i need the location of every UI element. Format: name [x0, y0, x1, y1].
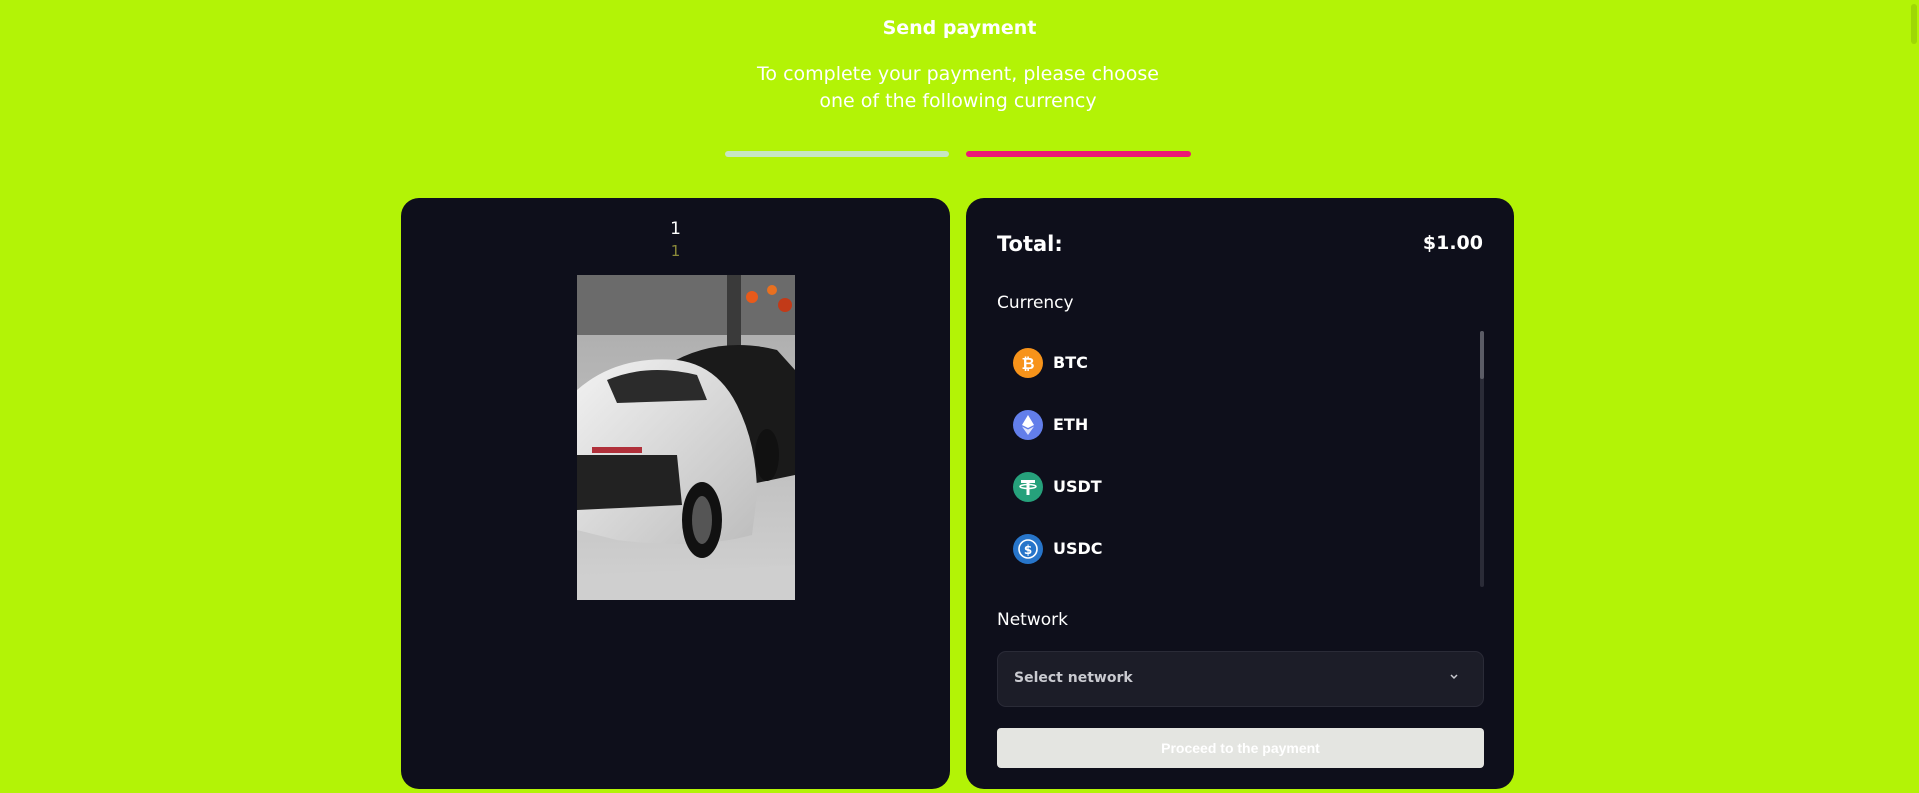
currency-option-label: BTC: [1053, 353, 1088, 372]
currency-option-eth[interactable]: ETH: [997, 401, 1467, 449]
product-counter: 1: [670, 219, 681, 239]
currency-option-btc[interactable]: ₿ BTC: [997, 339, 1467, 387]
checkout-panel: Total: $1.00 Currency ₿ BTC ETH USDT $ U…: [966, 198, 1514, 789]
network-select[interactable]: Select network: [997, 651, 1484, 707]
page-scrollbar[interactable]: [1905, 0, 1919, 793]
currency-list-scrollbar-thumb[interactable]: [1480, 331, 1484, 379]
page-subtitle: To complete your payment, please choose …: [757, 63, 1159, 112]
product-quantity: 1: [670, 242, 681, 260]
currency-option-usdt[interactable]: USDT: [997, 463, 1467, 511]
usdc-icon: $: [1013, 534, 1043, 564]
product-image: [577, 275, 795, 600]
currency-list[interactable]: ₿ BTC ETH USDT $ USDC: [997, 328, 1484, 587]
network-label: Network: [997, 610, 1068, 630]
progress-step-2: [966, 151, 1191, 157]
chevron-down-icon: [1450, 674, 1458, 680]
currency-option-label: ETH: [1053, 415, 1089, 434]
bitcoin-icon: ₿: [1013, 348, 1043, 378]
page-title: Send payment: [882, 17, 1037, 39]
total-label: Total:: [997, 232, 1063, 256]
page-scrollbar-thumb[interactable]: [1911, 4, 1917, 44]
svg-text:$: $: [1024, 543, 1032, 557]
currency-option-usdc[interactable]: $ USDC: [997, 525, 1467, 573]
product-panel: 1 1: [401, 198, 950, 789]
svg-text:₿: ₿: [1021, 354, 1034, 373]
ethereum-icon: [1013, 410, 1043, 440]
car-photo-icon: [577, 275, 795, 600]
currency-option-label: USDT: [1053, 477, 1102, 496]
currency-option-label: USDC: [1053, 539, 1103, 558]
tether-icon: [1013, 472, 1043, 502]
network-select-placeholder: Select network: [1014, 670, 1133, 686]
currency-label: Currency: [997, 293, 1074, 313]
proceed-payment-button[interactable]: Proceed to the payment: [997, 728, 1484, 768]
total-value: $1.00: [1422, 232, 1483, 254]
progress-step-1: [725, 151, 949, 157]
